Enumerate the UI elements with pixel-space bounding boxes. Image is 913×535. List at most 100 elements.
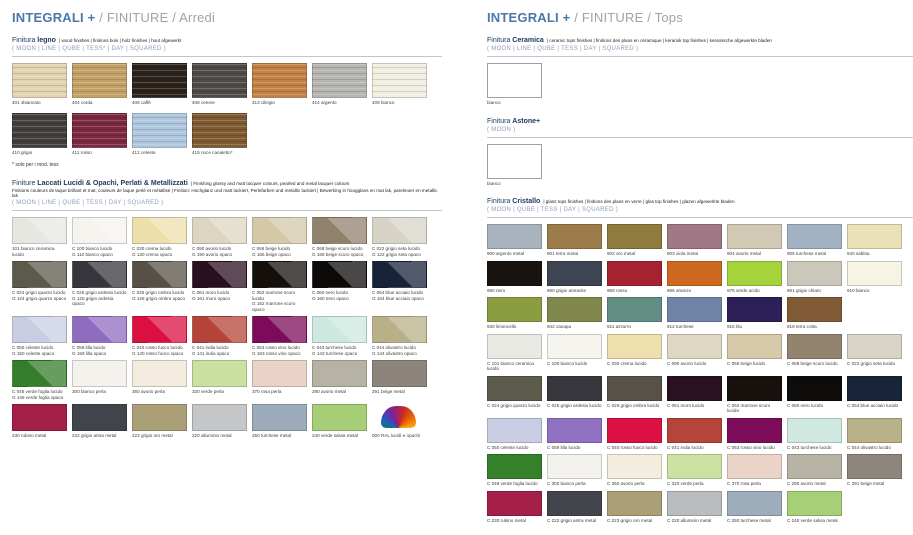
swatch — [312, 63, 367, 98]
swatch-label: C 026 grigio ombra lucido — [607, 403, 662, 409]
swatch-label: 960 grigio antracite — [547, 288, 602, 294]
swatch-label: 101 bianco ceramica lucido — [12, 246, 67, 257]
swatch-row: C 050 celeste lucido G 150 celeste opaco… — [12, 316, 442, 356]
section-footnote: * solo per i mod. tess — [12, 162, 442, 168]
swatch — [132, 63, 187, 98]
swatch — [72, 360, 127, 387]
swatch — [312, 261, 367, 288]
swatch-cell: 980 nero — [487, 261, 542, 294]
swatch-label: C 044 olivastro lucido G 144 olivastro o… — [372, 345, 427, 356]
swatch-cell: 230 rubino metal — [12, 404, 67, 439]
swatch — [547, 261, 602, 286]
page-title: INTEGRALI + / FINITURE / Tops — [487, 10, 913, 25]
swatch — [547, 224, 602, 249]
swatch-label: 222 grigio antra metal — [72, 433, 127, 439]
swatch-label: C 043 turchese lucido G 143 turchese opa… — [312, 345, 367, 356]
swatch — [607, 224, 662, 249]
swatch-cell: 915 blu — [727, 297, 782, 330]
swatch-label: 411 rosso — [72, 150, 127, 156]
swatch-label: C 222 grigio antra metal — [547, 518, 602, 524]
swatch-cell: 404 corda — [72, 63, 127, 106]
swatch-cell: 370 rosa perla — [252, 360, 307, 395]
swatch — [487, 297, 542, 322]
swatch-label: C 024 grigio quarzo lucido — [487, 403, 542, 409]
divider — [12, 210, 442, 211]
swatch-label: 406 caffè — [132, 100, 187, 106]
swatch — [132, 316, 187, 343]
swatch-label: C 050 celeste lucido — [487, 445, 542, 451]
divider — [487, 56, 913, 57]
divider — [487, 137, 913, 138]
finish-section: Finitura Ceramica | ceramic tops finishe… — [487, 37, 913, 106]
section-header: Finitura Cristallo | glass tops finishes… — [487, 198, 913, 218]
swatch — [12, 217, 67, 244]
swatch-cell: 410 grigio — [12, 113, 67, 156]
swatch-cell: 940 sabbia — [847, 224, 902, 257]
swatch-label: 969 rosso — [607, 288, 662, 294]
swatch-row: 401 sbiancato 404 corda — [12, 63, 442, 106]
swatch-cell: 966 arancio — [667, 261, 722, 294]
swatch-label: C 250 turchese metal — [727, 518, 782, 524]
swatch-cell: C 041 india lucido — [667, 418, 722, 451]
swatch — [252, 316, 307, 343]
swatch-label: 408 cenere — [192, 100, 247, 106]
swatch — [72, 63, 127, 98]
swatch-label: C 062 marrone scuro lucido G 162 marrone… — [252, 290, 307, 312]
section-languages: | Finishing glossy and matt lacquer colo… — [191, 181, 349, 186]
swatch-cell: 961 grigio chiaro — [787, 261, 842, 294]
swatch-label: 901 terra metal — [547, 251, 602, 257]
swatch-label: 410 grigio — [12, 150, 67, 156]
swatch-label: 290 avorio metal — [312, 389, 367, 395]
swatch-rows: bianco — [487, 63, 913, 106]
swatch — [727, 261, 782, 286]
swatch-label: C 068 beige scuro lucido G 168 beige scu… — [312, 246, 367, 257]
swatch-label: C 022 grigio seta lucido — [847, 361, 902, 367]
swatch — [192, 404, 247, 431]
swatch-cell: 291 beige metal — [372, 360, 427, 395]
section-models: ( MOON | QUBE | TESS | DAY | SQUARED ) — [487, 207, 913, 213]
swatch — [312, 217, 367, 244]
swatch-cell: 401 sbiancato — [12, 63, 67, 106]
swatch-label: C 223 grigio oro metal — [607, 518, 662, 524]
swatch — [132, 261, 187, 288]
swatch-cell: C 044 olivastro lucido — [847, 418, 902, 451]
swatch-cell: 900 argento metal — [487, 224, 542, 257]
swatch-label: C 054 blue acciaio lucido G 154 blue acc… — [372, 290, 427, 301]
swatch-cell: C 060 nero lucido G 160 nero opaco — [312, 261, 367, 301]
section-models: ( MOON | LINE | QUBE | TESS | DAY | SQUA… — [12, 200, 442, 206]
finish-section: Finiture Laccati Lucidi & Opachi, Perlat… — [12, 180, 442, 439]
section-title-prefix: Finitura — [487, 37, 510, 44]
swatch-label: 902 oro metal — [607, 251, 662, 257]
swatch-label: C 030 crema lucido — [607, 361, 662, 367]
section-header: Finiture Laccati Lucidi & Opachi, Perlat… — [12, 180, 442, 211]
swatch-label: 980 nero — [487, 288, 542, 294]
swatch-label: C 360 avorio perla — [607, 481, 662, 487]
swatch-label: C 068 beige scuro lucido — [787, 361, 842, 367]
swatch-label: C 090 avorio lucido — [667, 361, 722, 367]
swatch — [607, 334, 662, 359]
swatch-label: C 040 rosso fuoco lucido G 140 rosso fuo… — [132, 345, 187, 356]
swatch-cell: C 041 india lucido G 141 india opaco — [192, 316, 247, 356]
swatch-cell: C 040 rosso fuoco lucido — [607, 418, 662, 451]
page-title: INTEGRALI + / FINITURE / Arredi — [12, 10, 442, 25]
swatch-cell: 412 celeste — [132, 113, 187, 156]
swatch-cell: C 026 grigio ombra lucido G 126 grigio o… — [132, 261, 187, 301]
swatch — [667, 261, 722, 286]
swatch-label: 300 bianco perla — [72, 389, 127, 395]
swatch — [312, 360, 367, 387]
swatch-label: C 040 rosso fuoco lucido — [607, 445, 662, 451]
swatch — [787, 454, 842, 479]
catalog-page: INTEGRALI + / FINITURE / Arredi Finitura… — [0, 0, 913, 535]
swatch-cell: 300 bianco perla — [72, 360, 127, 395]
finish-section: Finitura legno | wood finishes | finitio… — [12, 37, 442, 168]
section-title-prefix: Finitura — [487, 198, 510, 205]
swatch-rows: 900 argento metal 901 terra metal — [487, 224, 913, 523]
swatch — [667, 491, 722, 516]
swatch-label: C 025 grigio ardesia lucido G 125 grigio… — [72, 290, 127, 307]
swatch-label: 220 alluminio metal — [192, 433, 247, 439]
swatch — [372, 261, 427, 288]
swatch-cell: 960 grigio antracite — [547, 261, 602, 294]
swatch-label: C 025 grigio ardesia lucido — [547, 403, 602, 409]
swatch-label: 940 sabbia — [847, 251, 902, 257]
swatch-label: C 061 moro lucido — [667, 403, 722, 409]
